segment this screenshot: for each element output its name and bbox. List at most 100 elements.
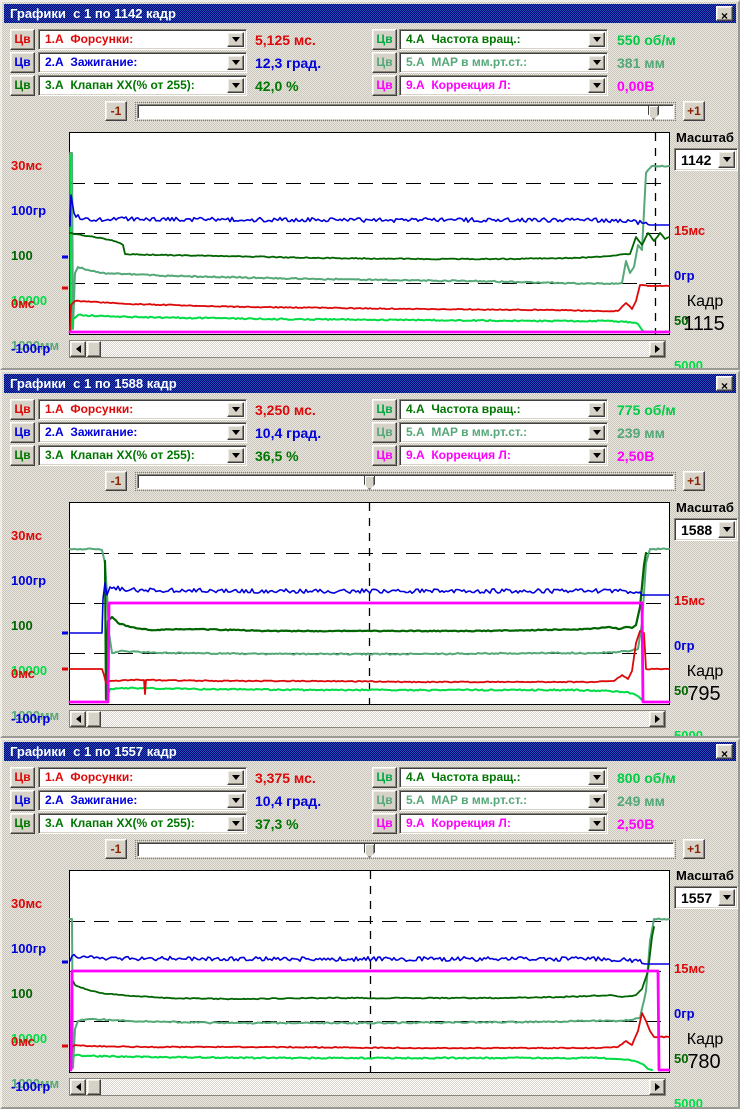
scale-select[interactable]: 1142 bbox=[674, 148, 738, 171]
color-button[interactable]: Цв bbox=[372, 445, 397, 466]
color-button[interactable]: Цв bbox=[10, 399, 35, 420]
scroll-left-button[interactable] bbox=[70, 711, 86, 727]
dropdown-arrow-button[interactable] bbox=[588, 402, 605, 417]
color-button[interactable]: Цв bbox=[10, 52, 35, 73]
signal-select[interactable]: 1.А Форсунки: bbox=[38, 767, 247, 788]
dropdown-arrow-button[interactable] bbox=[588, 448, 605, 463]
dropdown-arrow-button[interactable] bbox=[227, 816, 244, 831]
signal-select[interactable]: 4.А Частота вращ.: bbox=[399, 767, 608, 788]
frame-step-forward-button[interactable]: +1 bbox=[683, 839, 705, 859]
chart-area[interactable] bbox=[69, 870, 670, 1073]
dropdown-arrow-button[interactable] bbox=[588, 770, 605, 785]
dropdown-arrow-button[interactable] bbox=[718, 521, 735, 538]
chevron-down-icon bbox=[232, 407, 240, 412]
frame-slider-track[interactable] bbox=[137, 104, 674, 119]
scale-label: Масштаб bbox=[670, 500, 740, 515]
close-button[interactable]: × bbox=[716, 744, 733, 759]
color-button[interactable]: Цв bbox=[10, 29, 35, 50]
dropdown-arrow-button[interactable] bbox=[227, 402, 244, 417]
frame-step-back-button[interactable]: -1 bbox=[105, 839, 127, 859]
chart-hscrollbar[interactable] bbox=[69, 1078, 666, 1096]
color-button[interactable]: Цв bbox=[372, 29, 397, 50]
frame-step-back-button[interactable]: -1 bbox=[105, 101, 127, 121]
signal-select[interactable]: 9.А Коррекция Л: bbox=[399, 75, 608, 96]
chart-area[interactable] bbox=[69, 132, 670, 335]
scale-select[interactable]: 1557 bbox=[674, 886, 738, 909]
dropdown-arrow-button[interactable] bbox=[227, 32, 244, 47]
color-button[interactable]: Цв bbox=[10, 422, 35, 443]
scroll-right-button[interactable] bbox=[649, 711, 665, 727]
scroll-left-button[interactable] bbox=[70, 341, 86, 357]
color-button[interactable]: Цв bbox=[372, 399, 397, 420]
signal-value: 42,0 % bbox=[255, 75, 299, 94]
dropdown-arrow-button[interactable] bbox=[588, 32, 605, 47]
dropdown-arrow-button[interactable] bbox=[718, 151, 735, 168]
scroll-thumb[interactable] bbox=[87, 341, 101, 357]
frame-step-forward-button[interactable]: +1 bbox=[683, 471, 705, 491]
frame-slider[interactable] bbox=[135, 472, 676, 491]
signal-select[interactable]: 3.А Клапан ХХ(% от 255): bbox=[38, 445, 247, 466]
scroll-thumb[interactable] bbox=[87, 711, 101, 727]
dropdown-arrow-button[interactable] bbox=[588, 55, 605, 70]
color-button[interactable]: Цв bbox=[10, 767, 35, 788]
signal-value: 3,375 мс. bbox=[255, 767, 316, 786]
dropdown-arrow-button[interactable] bbox=[227, 78, 244, 93]
signal-select[interactable]: 4.А Частота вращ.: bbox=[399, 399, 608, 420]
signal-select[interactable]: 3.А Клапан ХХ(% от 255): bbox=[38, 75, 247, 96]
signal-select[interactable]: 2.А Зажигание: bbox=[38, 790, 247, 811]
scroll-left-button[interactable] bbox=[70, 1079, 86, 1095]
frame-step-forward-button[interactable]: +1 bbox=[683, 101, 705, 121]
dropdown-arrow-button[interactable] bbox=[227, 793, 244, 808]
dropdown-arrow-button[interactable] bbox=[227, 425, 244, 440]
signal-select[interactable]: 4.А Частота вращ.: bbox=[399, 29, 608, 50]
scale-select[interactable]: 1588 bbox=[674, 518, 738, 541]
frame-slider[interactable] bbox=[135, 840, 676, 859]
frame-slider-track[interactable] bbox=[137, 842, 674, 857]
signal-select[interactable]: 5.А MAP в мм.рт.ст.: bbox=[399, 52, 608, 73]
dropdown-arrow-button[interactable] bbox=[588, 793, 605, 808]
color-button[interactable]: Цв bbox=[372, 813, 397, 834]
signal-select[interactable]: 1.А Форсунки: bbox=[38, 399, 247, 420]
close-button[interactable]: × bbox=[716, 376, 733, 391]
signal-select[interactable]: 2.А Зажигание: bbox=[38, 422, 247, 443]
left-axis-bottom-labels: 0мс -100гр 0 0 0мм 0В bbox=[11, 1004, 69, 1109]
dropdown-arrow-button[interactable] bbox=[227, 448, 244, 463]
chart-area[interactable] bbox=[69, 502, 670, 705]
signal-select[interactable]: 3.А Клапан ХХ(% от 255): bbox=[38, 813, 247, 834]
dropdown-arrow-button[interactable] bbox=[588, 78, 605, 93]
signal-select[interactable]: 9.А Коррекция Л: bbox=[399, 445, 608, 466]
signal-value: 3,250 мс. bbox=[255, 399, 316, 418]
scroll-thumb[interactable] bbox=[87, 1079, 101, 1095]
chart-hscrollbar[interactable] bbox=[69, 710, 666, 728]
signal-select[interactable]: 1.А Форсунки: bbox=[38, 29, 247, 50]
dropdown-arrow-button[interactable] bbox=[718, 889, 735, 906]
scroll-right-button[interactable] bbox=[649, 1079, 665, 1095]
window-titlebar[interactable]: Графики с 1 по 1557 кадр bbox=[4, 742, 736, 761]
dropdown-arrow-button[interactable] bbox=[588, 816, 605, 831]
frame-step-back-button[interactable]: -1 bbox=[105, 471, 127, 491]
dropdown-arrow-button[interactable] bbox=[227, 770, 244, 785]
signal-select-label: 5.А MAP в мм.рт.ст.: bbox=[406, 793, 527, 807]
close-button[interactable]: × bbox=[716, 6, 733, 21]
chart-hscrollbar[interactable] bbox=[69, 340, 666, 358]
color-button[interactable]: Цв bbox=[10, 813, 35, 834]
color-button[interactable]: Цв bbox=[372, 767, 397, 788]
color-button[interactable]: Цв bbox=[10, 75, 35, 96]
dropdown-arrow-button[interactable] bbox=[227, 55, 244, 70]
frame-slider-track[interactable] bbox=[137, 474, 674, 489]
signal-select[interactable]: 5.А MAP в мм.рт.ст.: bbox=[399, 422, 608, 443]
signal-select[interactable]: 9.А Коррекция Л: bbox=[399, 813, 608, 834]
color-button[interactable]: Цв bbox=[372, 790, 397, 811]
color-button[interactable]: Цв bbox=[372, 52, 397, 73]
signal-select[interactable]: 2.А Зажигание: bbox=[38, 52, 247, 73]
color-button[interactable]: Цв bbox=[372, 75, 397, 96]
window-titlebar[interactable]: Графики с 1 по 1588 кадр bbox=[4, 374, 736, 393]
frame-slider[interactable] bbox=[135, 102, 676, 121]
window-titlebar[interactable]: Графики с 1 по 1142 кадр bbox=[4, 4, 736, 23]
signal-select[interactable]: 5.А MAP в мм.рт.ст.: bbox=[399, 790, 608, 811]
color-button[interactable]: Цв bbox=[10, 445, 35, 466]
scroll-right-button[interactable] bbox=[649, 341, 665, 357]
color-button[interactable]: Цв bbox=[372, 422, 397, 443]
dropdown-arrow-button[interactable] bbox=[588, 425, 605, 440]
color-button[interactable]: Цв bbox=[10, 790, 35, 811]
